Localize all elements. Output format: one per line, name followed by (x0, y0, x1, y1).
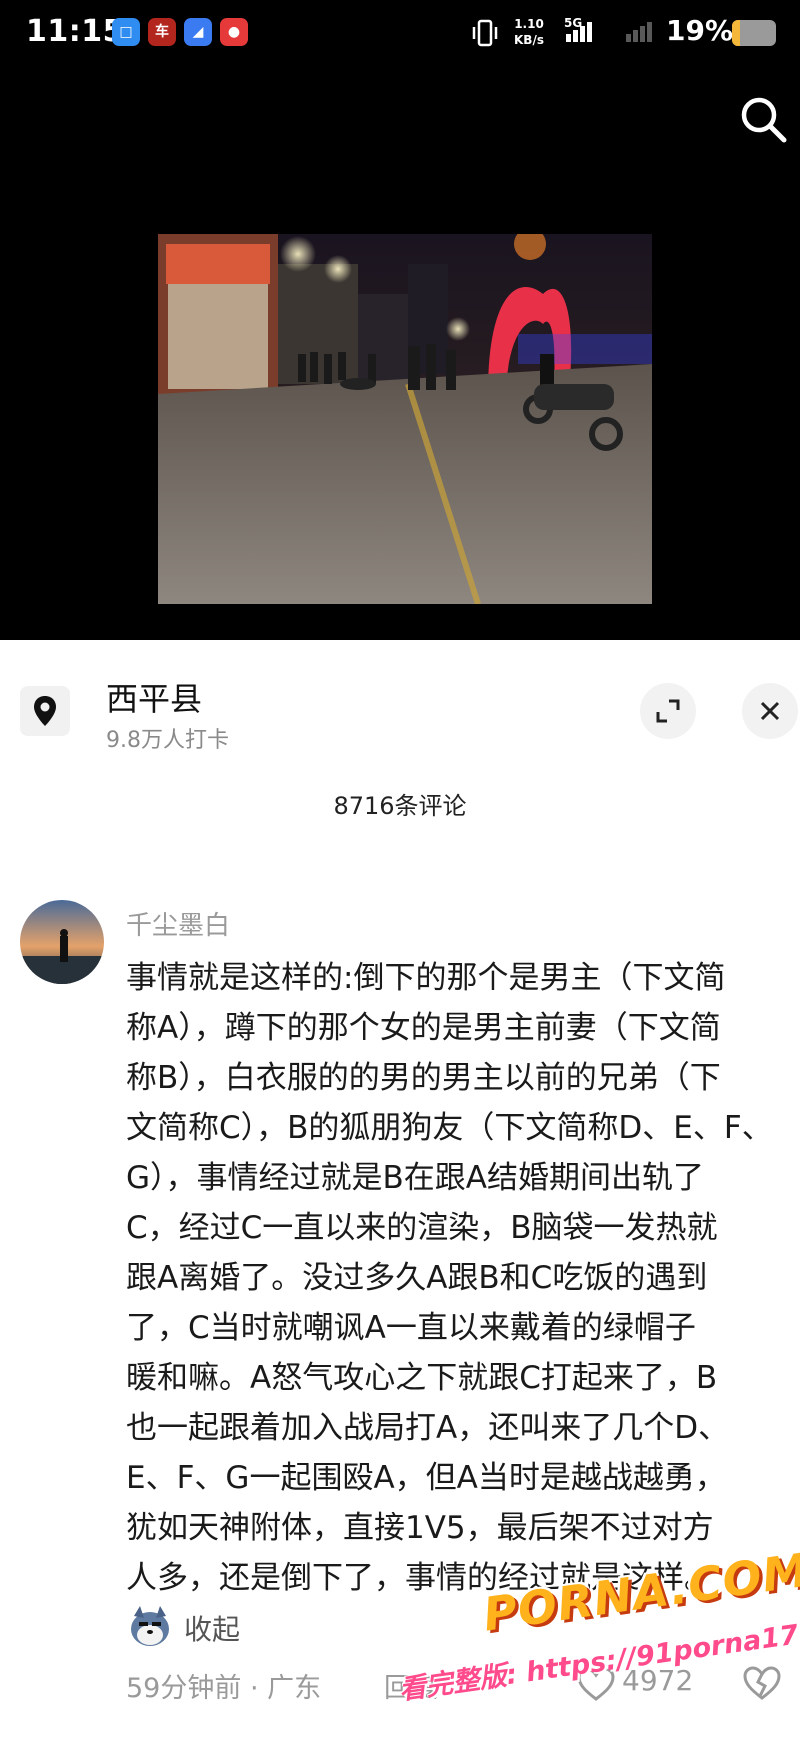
network-speed-unit: KB/s (514, 33, 544, 47)
comment-text: 事情就是这样的:倒下的那个是男主（下文简 称A），蹲下的那个女的是男主前妻（下文… (126, 953, 796, 1603)
location-name[interactable]: 西平县 (106, 674, 202, 720)
signal-icon (566, 22, 594, 48)
expand-button[interactable] (640, 683, 696, 739)
battery-icon (732, 20, 776, 46)
comment-line: 称A），蹲下的那个女的是男主前妻（下文简 (126, 1010, 721, 1046)
comment-count: 8716条评论 (333, 792, 467, 820)
video-area[interactable]: 11:15 □ 车 ◢ ● 1.10 KB/s 5G 19% (0, 0, 800, 640)
search-icon[interactable] (736, 92, 792, 148)
reply-button[interactable]: 回复 (384, 1666, 438, 1705)
dog-emoji-icon (131, 1606, 169, 1646)
comment-line: 犹如天神附体，直接1V5，最后架不过对方 (126, 1510, 714, 1546)
comment-line: 事情就是这样的:倒下的那个是男主（下文简 (126, 960, 726, 996)
comment-line: G），事情经过就是B在跟A结婚期间出轨了 (126, 1160, 704, 1196)
collapse-button[interactable]: 收起 (184, 1608, 240, 1648)
location-checkins: 9.8万人打卡 (106, 728, 229, 753)
signal-icon-secondary (626, 22, 654, 48)
status-time: 11:15 (26, 14, 124, 49)
notification-app-icon: □ (112, 18, 140, 46)
heart-icon[interactable] (576, 1666, 616, 1702)
comment-username[interactable]: 千尘墨白 (126, 905, 230, 942)
location-pin-icon (20, 686, 70, 736)
comment-line: 暖和嘛。A怒气攻心之下就跟C打起来了，B (126, 1360, 718, 1396)
notification-app-icon: 车 (148, 18, 176, 46)
comment-line: 文简称C），B的狐朋狗友（下文简称D、E、F、 (126, 1110, 773, 1146)
comment-line: 称B），白衣服的的男的男主以前的兄弟（下 (126, 1060, 721, 1096)
network-speed-value: 1.10 (514, 17, 544, 31)
comment-line: 人多，还是倒下了，事情的经过就是这样。 (126, 1560, 715, 1596)
comment-line: 跟A离婚了。没过多久A跟B和C吃饭的遇到 (126, 1260, 708, 1296)
broken-heart-icon[interactable] (742, 1664, 782, 1702)
notification-app-icon: ◢ (184, 18, 212, 46)
comment-line: E、F、G一起围殴A，但A当时是越战越勇， (126, 1460, 726, 1496)
expand-icon (656, 699, 680, 723)
battery-percent: 19% (666, 14, 734, 47)
battery-fill (732, 20, 741, 46)
notification-app-icon: ● (220, 18, 248, 46)
comment-line: 也一起跟着加入战局打A，还叫来了几个D、 (126, 1410, 730, 1446)
network-speed: 1.10 KB/s (514, 16, 544, 48)
close-button[interactable] (742, 683, 798, 739)
comment-line: 了，C当时就嘲讽A一直以来戴着的绿帽子 (126, 1310, 696, 1346)
comment-time-location: 59分钟前 · 广东 (126, 1673, 322, 1704)
avatar[interactable] (20, 900, 104, 984)
status-bar: 11:15 □ 车 ◢ ● 1.10 KB/s 5G 19% (0, 0, 800, 72)
close-icon (760, 701, 780, 721)
comment-line: C，经过C一直以来的渲染，B脑袋一发热就 (126, 1210, 718, 1246)
like-count: 4972 (622, 1664, 694, 1697)
video-frame-image[interactable] (158, 234, 652, 604)
vibrate-icon (472, 19, 498, 47)
